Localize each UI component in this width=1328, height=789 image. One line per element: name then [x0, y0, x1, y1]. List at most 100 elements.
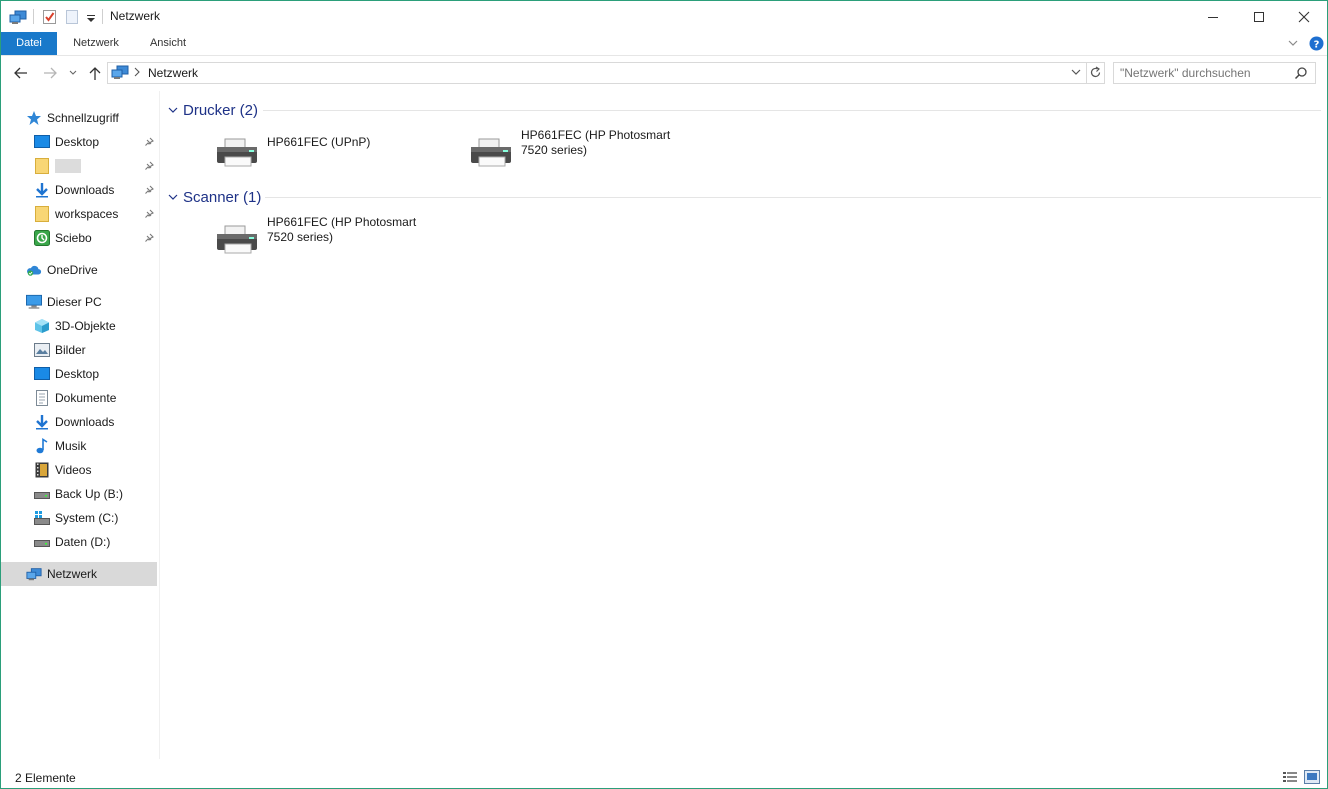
- redacted-label: [55, 159, 81, 173]
- sidebar-item-workspaces[interactable]: workspaces: [1, 202, 157, 226]
- printer-icon: [469, 137, 513, 177]
- printer-item-upnp[interactable]: HP661FEC (UPnP): [215, 135, 465, 179]
- download-icon: [34, 182, 50, 198]
- sidebar-item-schnellzugriff[interactable]: Schnellzugriff: [1, 106, 157, 130]
- drive-icon: [34, 534, 50, 550]
- minimize-button[interactable]: [1190, 1, 1236, 32]
- sidebar-item-desktop-pinned[interactable]: Desktop: [1, 130, 157, 154]
- svg-text:?: ?: [1314, 40, 1320, 51]
- address-bar[interactable]: Netzwerk: [107, 62, 1105, 84]
- back-button[interactable]: [12, 65, 30, 81]
- search-box[interactable]: [1113, 62, 1316, 84]
- sidebar-item-label: Bilder: [55, 343, 86, 357]
- minimize-icon: [1208, 16, 1218, 18]
- close-icon: [1298, 11, 1310, 22]
- address-history-icon[interactable]: [1070, 66, 1082, 81]
- sidebar-item-label: Back Up (B:): [55, 487, 124, 501]
- network-app-icon[interactable]: [9, 8, 27, 26]
- onedrive-icon: [26, 262, 42, 278]
- sidebar-item-musik[interactable]: Musik: [1, 434, 157, 458]
- group-header-drucker[interactable]: Drucker (2): [167, 100, 258, 120]
- sidebar-item-label: Downloads: [55, 415, 115, 429]
- sidebar-item-desktop[interactable]: Desktop: [1, 362, 157, 386]
- maximize-icon: [1254, 11, 1264, 22]
- arrow-right-icon: [44, 67, 57, 79]
- customize-quick-access-icon[interactable]: [86, 8, 96, 26]
- sidebar-item-downloads[interactable]: Downloads: [1, 410, 157, 434]
- pane-divider[interactable]: [159, 91, 160, 759]
- details-view-icon: [1283, 772, 1297, 782]
- sidebar-item-label: Downloads: [55, 183, 115, 197]
- search-icon[interactable]: [1294, 66, 1308, 83]
- chevron-down-icon: [168, 194, 178, 200]
- sidebar-item-netzwerk[interactable]: Netzwerk: [1, 562, 157, 586]
- sidebar-item-dokumente[interactable]: Dokumente: [1, 386, 157, 410]
- sidebar-item-label: OneDrive: [47, 263, 98, 277]
- close-button[interactable]: [1281, 1, 1327, 32]
- new-folder-icon[interactable]: [65, 8, 79, 26]
- printer-item-photosmart[interactable]: HP661FEC (HP Photosmart 7520 series): [469, 128, 719, 172]
- sidebar-item-dieser-pc[interactable]: Dieser PC: [1, 290, 157, 314]
- pictures-icon: [34, 342, 50, 358]
- explorer-window: Netzwerk Datei Netzwerk Ansicht ? Netzwe…: [0, 0, 1328, 789]
- properties-icon[interactable]: [42, 8, 57, 26]
- sidebar-item-redacted-folder[interactable]: [1, 154, 157, 178]
- forward-button[interactable]: [41, 65, 59, 81]
- expand-ribbon-icon[interactable]: [1287, 37, 1299, 52]
- navigation-pane: Schnellzugriff Desktop Downloads workspa…: [1, 99, 159, 759]
- sidebar-item-onedrive[interactable]: OneDrive: [1, 258, 157, 282]
- breadcrumb-chevron-icon[interactable]: [133, 66, 141, 81]
- tab-ansicht[interactable]: Ansicht: [137, 32, 199, 55]
- pin-icon[interactable]: [143, 232, 155, 244]
- group-header-scanner[interactable]: Scanner (1): [167, 187, 261, 207]
- up-button[interactable]: [86, 65, 104, 81]
- pin-icon[interactable]: [143, 136, 155, 148]
- large-icons-view-button[interactable]: [1304, 770, 1320, 784]
- drive-icon: [34, 486, 50, 502]
- help-icon[interactable]: ?: [1309, 36, 1324, 54]
- sidebar-item-3d-objekte[interactable]: 3D-Objekte: [1, 314, 157, 338]
- star-icon: [26, 110, 42, 126]
- group-divider: [263, 110, 1321, 111]
- pin-icon[interactable]: [143, 160, 155, 172]
- cube-icon: [34, 318, 50, 334]
- scanner-item-photosmart[interactable]: HP661FEC (HP Photosmart 7520 series): [215, 215, 465, 259]
- desktop-icon: [34, 134, 50, 150]
- tab-datei[interactable]: Datei: [1, 32, 57, 55]
- sidebar-item-label: 3D-Objekte: [55, 319, 116, 333]
- pin-icon[interactable]: [143, 208, 155, 220]
- sidebar-item-system-c[interactable]: System (C:): [1, 506, 157, 530]
- folder-icon: [34, 206, 50, 222]
- desktop-icon: [34, 366, 50, 382]
- item-label: HP661FEC (HP Photosmart 7520 series): [521, 128, 671, 157]
- status-bar: 2 Elemente: [1, 765, 1327, 788]
- sidebar-item-videos[interactable]: Videos: [1, 458, 157, 482]
- document-icon: [34, 390, 50, 406]
- refresh-button[interactable]: [1089, 66, 1102, 82]
- maximize-button[interactable]: [1236, 1, 1282, 32]
- content-pane: Drucker (2) HP661FEC (UPnP) HP661FEC (HP…: [161, 91, 1321, 759]
- chevron-down-icon: [69, 70, 77, 75]
- item-label: HP661FEC (UPnP): [267, 135, 371, 149]
- sciebo-icon: [34, 230, 50, 246]
- group-title: Drucker (2): [183, 101, 259, 119]
- large-icons-view-icon: [1304, 770, 1320, 784]
- title-bar: Netzwerk: [1, 1, 1327, 32]
- tab-netzwerk[interactable]: Netzwerk: [61, 32, 131, 55]
- sidebar-item-back-up-b[interactable]: Back Up (B:): [1, 482, 157, 506]
- sidebar-item-bilder[interactable]: Bilder: [1, 338, 157, 362]
- sidebar-item-label: Desktop: [55, 367, 100, 381]
- ribbon-tabs: Datei Netzwerk Ansicht ?: [1, 32, 1327, 56]
- download-icon: [34, 414, 50, 430]
- details-view-button[interactable]: [1282, 770, 1298, 784]
- network-icon: [111, 64, 129, 83]
- sidebar-item-daten-d[interactable]: Daten (D:): [1, 530, 157, 554]
- chevron-down-icon: [168, 107, 178, 113]
- sidebar-item-downloads-pinned[interactable]: Downloads: [1, 178, 157, 202]
- sidebar-item-sciebo[interactable]: Sciebo: [1, 226, 157, 250]
- pin-icon[interactable]: [143, 184, 155, 196]
- breadcrumb-netzwerk[interactable]: Netzwerk: [148, 66, 198, 80]
- search-input[interactable]: [1120, 65, 1290, 81]
- recent-locations-button[interactable]: [67, 65, 79, 81]
- arrow-up-icon: [89, 67, 101, 80]
